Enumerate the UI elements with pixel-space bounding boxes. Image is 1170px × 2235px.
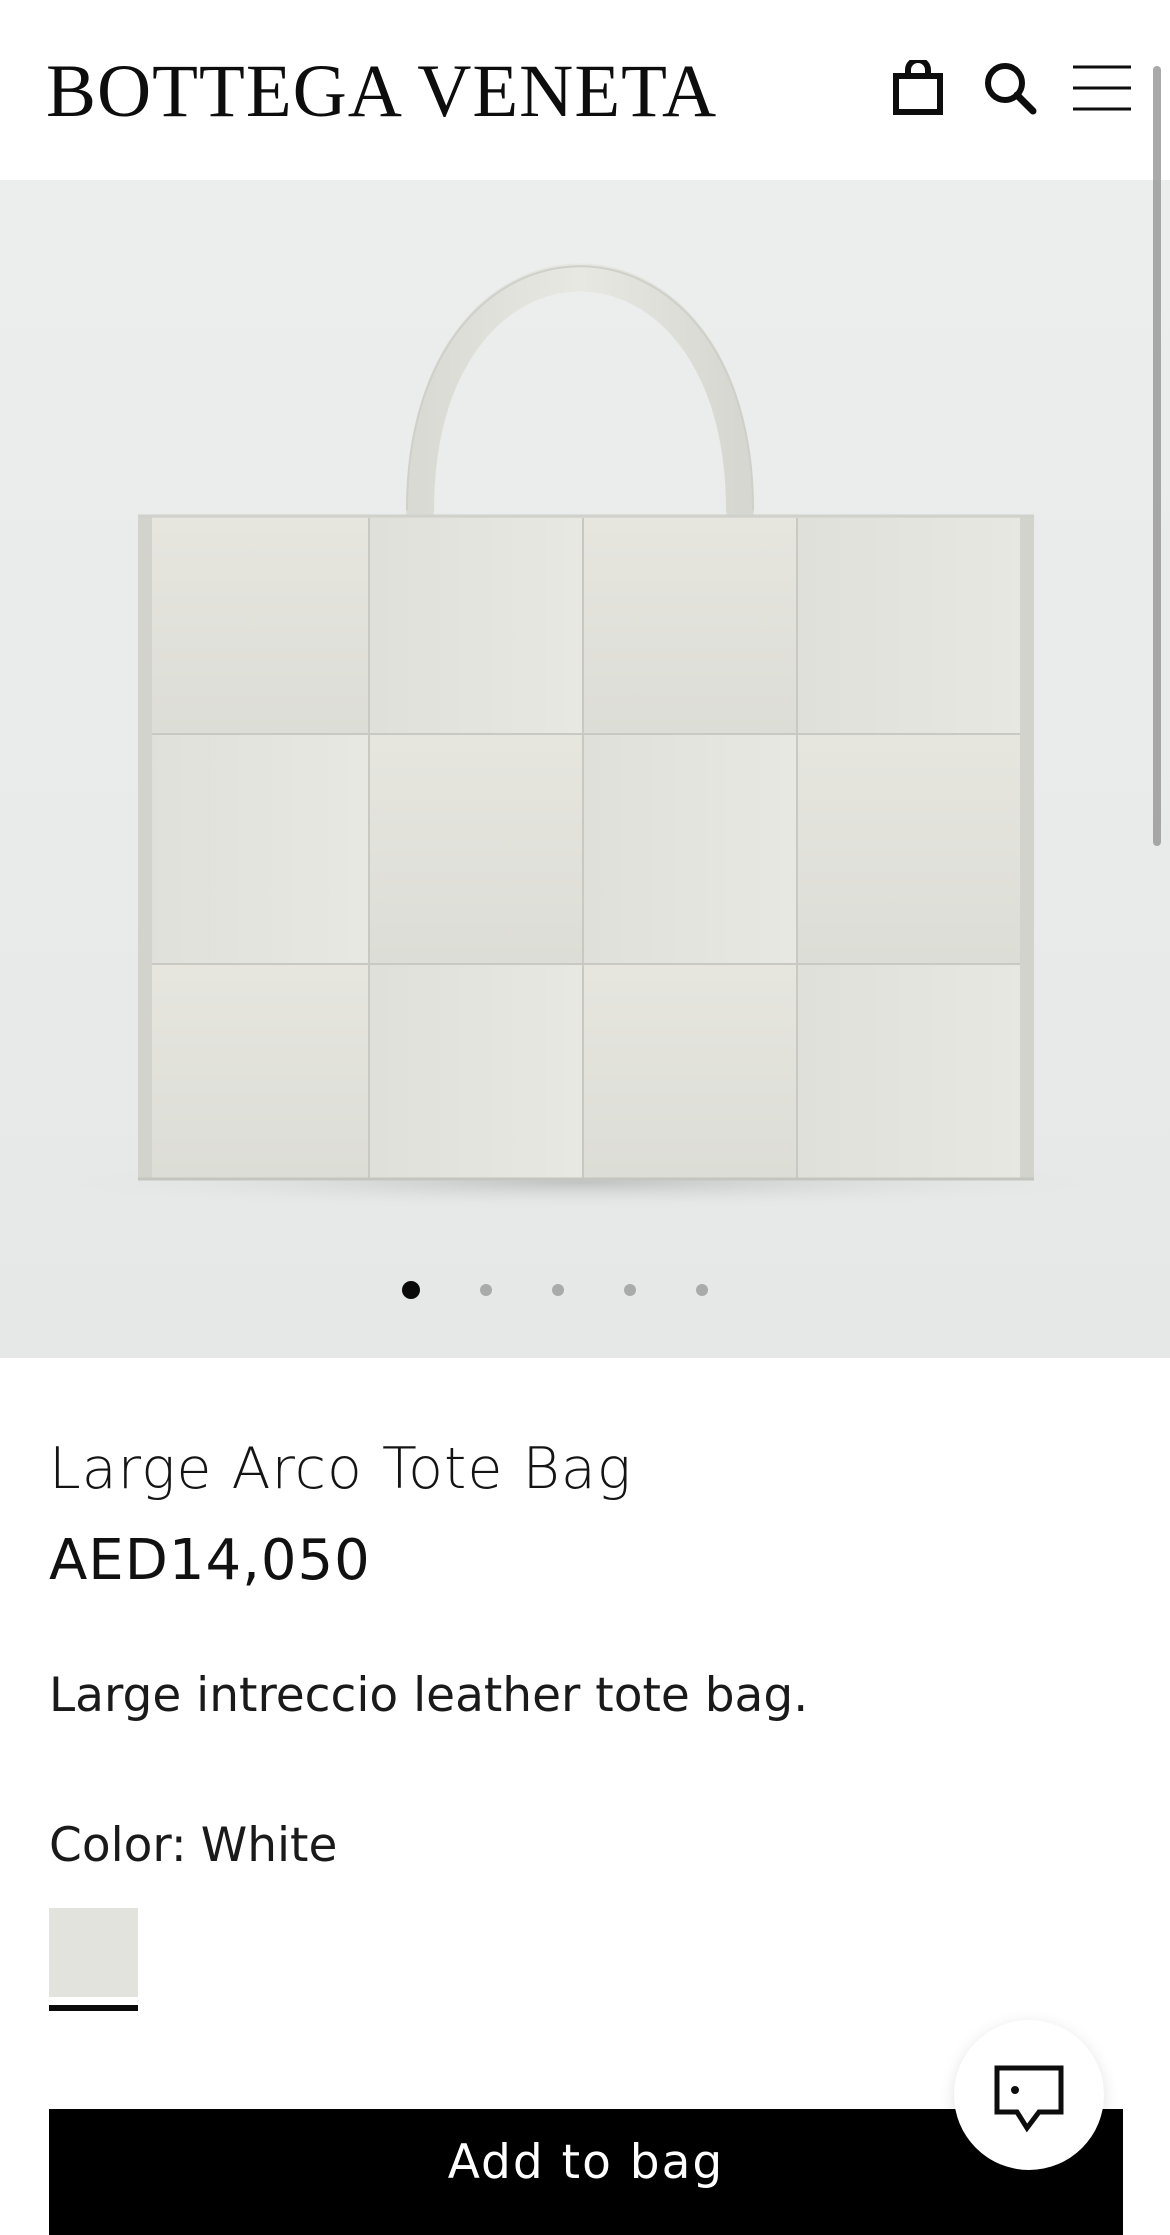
color-selector-label: Color: White <box>49 1816 337 1876</box>
carousel-pagination <box>390 1270 730 1310</box>
carousel-dot[interactable] <box>402 1281 420 1299</box>
search-icon[interactable] <box>980 58 1040 118</box>
product-price: AED14,050 <box>49 1528 371 1593</box>
product-image <box>20 263 1140 1210</box>
carousel-dot[interactable] <box>696 1284 708 1296</box>
chat-bubble-icon <box>994 2065 1064 2133</box>
carousel-dot[interactable] <box>624 1284 636 1296</box>
chat-button[interactable] <box>954 2020 1104 2170</box>
color-value: White <box>200 1818 338 1873</box>
selected-swatch-indicator <box>49 2005 138 2011</box>
carousel-dot[interactable] <box>552 1284 564 1296</box>
brand-logo[interactable]: BOTTEGA VENETA <box>46 50 717 134</box>
product-title: Large Arco Tote Bag <box>49 1436 633 1502</box>
color-swatch-white[interactable] <box>49 1908 138 1997</box>
hamburger-menu-icon[interactable] <box>1071 58 1133 118</box>
site-header: BOTTEGA VENETA <box>0 0 1170 180</box>
product-description: Large intreccio leather tote bag. <box>49 1668 809 1723</box>
product-image-carousel[interactable] <box>0 180 1170 1358</box>
carousel-dot[interactable] <box>480 1284 492 1296</box>
color-label: Color: <box>49 1818 187 1873</box>
page-scrollbar[interactable] <box>1153 66 1161 846</box>
shopping-bag-icon[interactable] <box>888 58 948 118</box>
